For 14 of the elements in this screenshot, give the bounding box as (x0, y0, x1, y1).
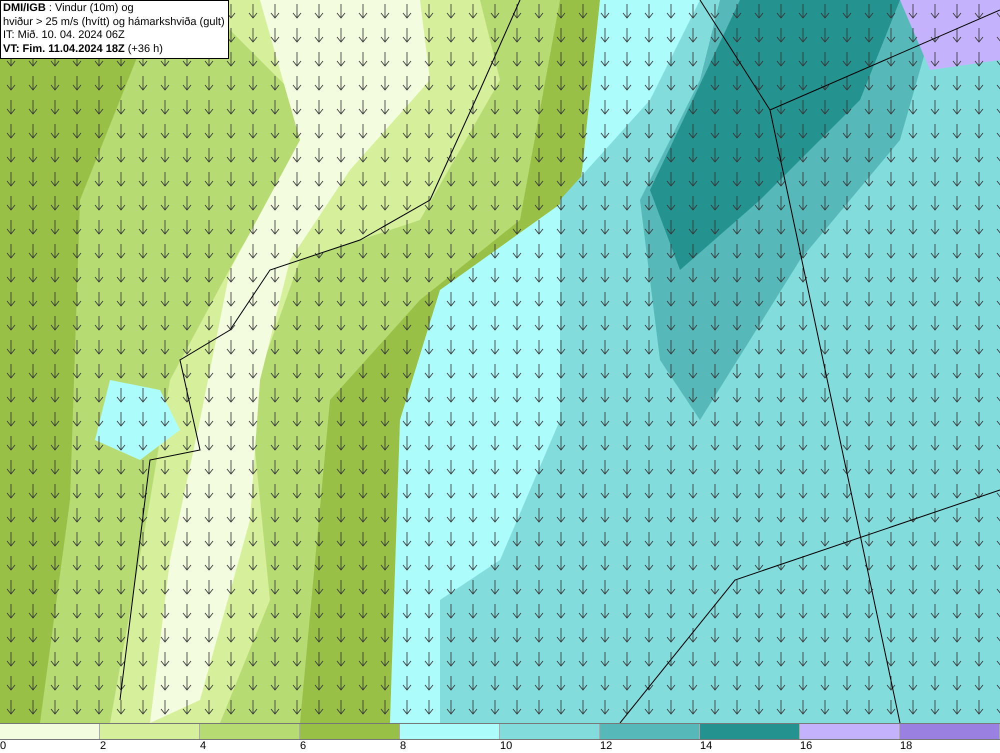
legend-tick-label: 0 (0, 740, 6, 752)
header-text: IT: Mið. 10. 04. 2024 06Z (3, 29, 126, 42)
legend-tick-label: 8 (400, 740, 406, 752)
legend-tick-label: 2 (100, 740, 106, 752)
legend-tick-label: 12 (600, 740, 612, 752)
legend-tick-label: 6 (300, 740, 306, 752)
legend-tick-label: 14 (700, 740, 712, 752)
header-text: VT: Fim. 11.04.2024 18Z (+36 h) (3, 42, 164, 56)
legend-tick-label: 16 (800, 740, 812, 752)
legend-tick-label: 4 (200, 740, 206, 752)
legend-tick-label: 18 (900, 740, 912, 752)
header-text: hviður > 25 m/s (hvítt) og hámarkshviða (gult) (3, 16, 225, 29)
legend-tick-label: 10 (500, 740, 512, 752)
header-text: DMI/IGB : Vindur (10m) og (3, 2, 135, 16)
